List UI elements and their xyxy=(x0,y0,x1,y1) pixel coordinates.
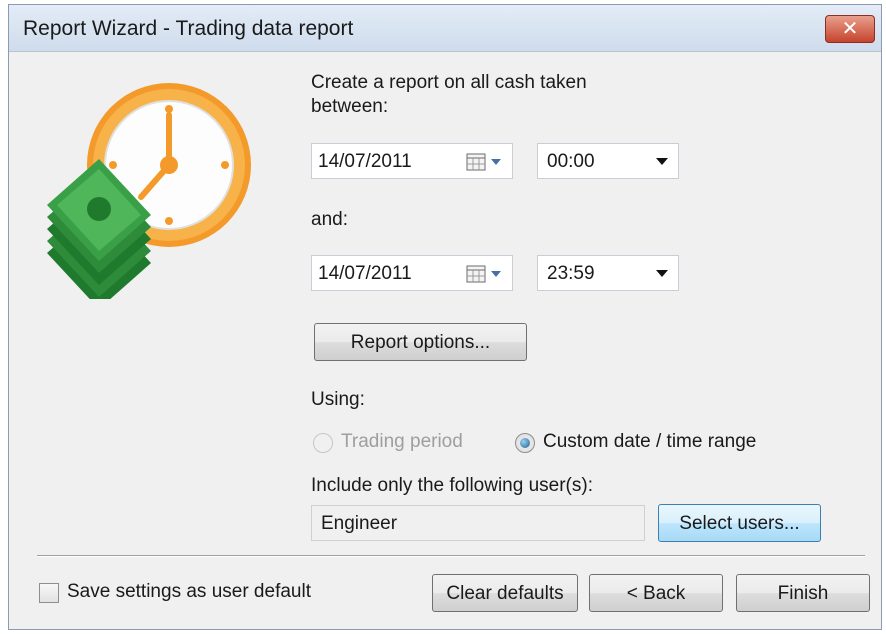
report-prompt: Create a report on all cash taken betwee… xyxy=(311,72,587,117)
selected-users-field: Engineer xyxy=(311,505,645,541)
calendar-icon[interactable] xyxy=(466,265,506,283)
select-users-button[interactable]: Select users... xyxy=(658,504,821,542)
close-icon: ✕ xyxy=(841,18,859,40)
save-default-label: Save settings as user default xyxy=(67,581,311,602)
save-default-checkbox[interactable] xyxy=(39,583,59,603)
trading-period-radio[interactable] xyxy=(313,433,333,453)
start-date-value: 14/07/2011 xyxy=(318,151,412,172)
calendar-icon[interactable] xyxy=(466,153,506,171)
clear-defaults-button[interactable]: Clear defaults xyxy=(432,574,578,612)
start-time-value: 00:00 xyxy=(547,151,595,172)
custom-range-label: Custom date / time range xyxy=(543,431,757,452)
end-date-picker[interactable]: 14/07/2011 xyxy=(311,255,513,291)
start-date-picker[interactable]: 14/07/2011 xyxy=(311,143,513,179)
end-time-dropdown[interactable]: 23:59 xyxy=(537,255,679,291)
title-bar: Report Wizard - Trading data report ✕ xyxy=(9,5,881,52)
custom-range-radio[interactable] xyxy=(515,433,535,453)
end-date-value: 14/07/2011 xyxy=(318,263,412,284)
clock-money-illustration xyxy=(47,83,251,309)
clock-money-icon xyxy=(37,79,267,309)
and-label: and: xyxy=(311,209,348,230)
chevron-down-icon xyxy=(656,270,668,277)
include-users-label: Include only the following user(s): xyxy=(311,475,593,496)
report-wizard-window: Report Wizard - Trading data report ✕ Cr… xyxy=(8,4,882,630)
using-label: Using: xyxy=(311,389,365,410)
end-time-value: 23:59 xyxy=(547,263,595,284)
report-options-button[interactable]: Report options... xyxy=(314,323,527,361)
selected-users-value: Engineer xyxy=(321,513,398,534)
back-button[interactable]: < Back xyxy=(589,574,723,612)
chevron-down-icon xyxy=(656,158,668,165)
trading-period-label: Trading period xyxy=(341,431,463,452)
radio-selected-dot xyxy=(520,438,530,448)
start-time-dropdown[interactable]: 00:00 xyxy=(537,143,679,179)
window-title: Report Wizard - Trading data report xyxy=(23,17,354,40)
close-button[interactable]: ✕ xyxy=(825,15,875,43)
divider xyxy=(37,555,865,557)
finish-button[interactable]: Finish xyxy=(736,574,870,612)
